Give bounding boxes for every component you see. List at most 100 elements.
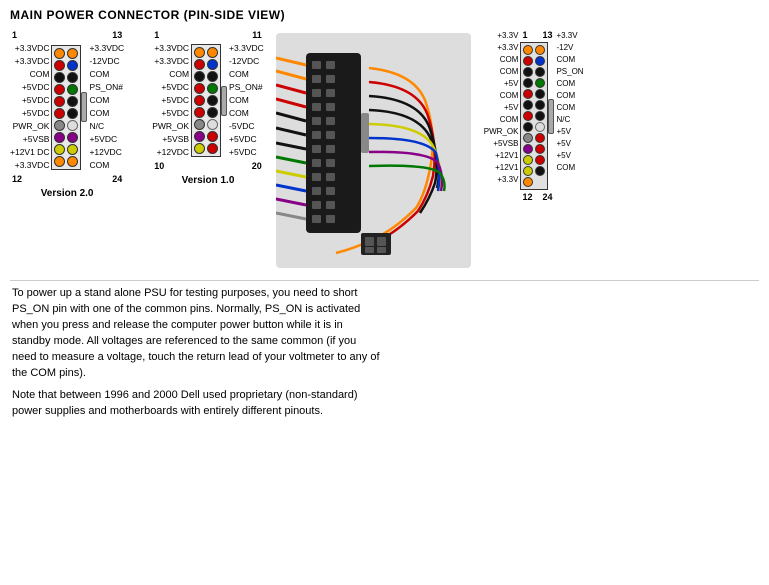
pin-circle <box>207 59 218 70</box>
pin-circle <box>67 96 78 107</box>
right-pin-label-right: -12V <box>556 42 573 54</box>
right-pin-label-left: +12V1 <box>495 162 518 174</box>
right-pin-label-right: COM <box>556 78 575 90</box>
right-pin <box>523 177 533 187</box>
v10-num-10: 10 <box>154 161 164 171</box>
right-pin <box>523 45 533 55</box>
version10-block: 1 11 +3.3VDC+3.3VDCCOM+5VDC+5VDC+5VDCPWR… <box>152 30 264 186</box>
pin-circle <box>67 84 78 95</box>
right-pin <box>535 155 545 165</box>
right-pin-label-right: N/C <box>556 114 570 126</box>
pin-circle <box>194 143 205 154</box>
v20-latch <box>81 92 87 122</box>
pin-label-left: PWR_OK <box>13 120 50 133</box>
right-pin <box>535 144 545 154</box>
pin-label-left: +5VDC <box>22 81 50 94</box>
pin-circle <box>207 131 218 142</box>
v10-label: Version 1.0 <box>182 175 235 186</box>
v10-bottom-nums: 10 20 <box>152 161 264 171</box>
page-container: MAIN POWER CONNECTOR (PIN-SIDE VIEW) 1 1… <box>0 0 769 585</box>
v20-left-labels: +3.3VDC+3.3VDCCOM+5VDC+5VDC+5VDCPWR_OK+5… <box>10 42 49 172</box>
right-pin-label-right: COM <box>556 90 575 102</box>
right-pin <box>523 133 533 143</box>
right-diagram: +3.3V+3.3VCOMCOM+5VCOM+5VCOMPWR_OK+5VSB+… <box>484 30 584 202</box>
v20-label: Version 2.0 <box>41 188 94 199</box>
right-pin-label-right: +5V <box>556 150 570 162</box>
pin-circle <box>54 72 65 83</box>
pin-label-right: N/C <box>89 120 104 133</box>
right-right-labels: +3.3V-12VCOMPS_ONCOMCOMCOMN/C+5V+5V+5VCO… <box>556 30 583 174</box>
right-pin <box>523 166 533 176</box>
right-pin-label-right: +5V <box>556 126 570 138</box>
right-pin <box>535 122 545 132</box>
pin-circle <box>194 71 205 82</box>
right-inner: +3.3V+3.3VCOMCOM+5VCOM+5VCOMPWR_OK+5VSB+… <box>484 30 584 202</box>
right-pin-label-left: COM <box>500 66 519 78</box>
pin-label-right: COM <box>89 68 109 81</box>
right-pin <box>523 78 533 88</box>
right-col2 <box>535 45 545 187</box>
pin-label-left: +12V1 DC <box>10 146 49 159</box>
pin-circle <box>207 107 218 118</box>
v20-num-24: 24 <box>112 174 122 184</box>
right-pin <box>523 144 533 154</box>
pin-label-left: COM <box>169 68 189 81</box>
pin-circle <box>67 72 78 83</box>
right-pin <box>523 122 533 132</box>
description-area: To power up a stand alone PSU for testin… <box>10 280 759 431</box>
v20-body <box>51 45 81 170</box>
pin-label-right: COM <box>229 94 249 107</box>
pin-label-left: PWR_OK <box>152 120 189 133</box>
pin-label-right: -12VDC <box>89 55 119 68</box>
pin-label-right: +3.3VDC <box>89 42 124 55</box>
pin-circle <box>54 84 65 95</box>
pin-circle <box>207 83 218 94</box>
pin-label-left: +3.3VDC <box>15 42 50 55</box>
pin-circle <box>67 108 78 119</box>
right-pin-label-left: COM <box>500 114 519 126</box>
right-pin-label-left: +3.3V <box>497 174 518 186</box>
right-pin-label-right: +3.3V <box>556 30 577 42</box>
v20-num-12: 12 <box>12 174 22 184</box>
pin-label-right: +12VDC <box>89 146 121 159</box>
pin-label-left: +5VDC <box>22 107 50 120</box>
right-pin <box>535 56 545 66</box>
right-pin <box>523 89 533 99</box>
v20-bottom-nums: 12 24 <box>10 174 124 184</box>
right-pin <box>535 111 545 121</box>
pin-label-left: COM <box>30 68 50 81</box>
version20-block: 1 13 +3.3VDC+3.3VDCCOM+5VDC+5VDC+5VDCPWR… <box>10 30 124 199</box>
diagrams-row: 1 13 +3.3VDC+3.3VDCCOM+5VDC+5VDC+5VDCPWR… <box>10 30 759 270</box>
right-body-wrap <box>520 42 554 190</box>
v10-num-20: 20 <box>252 161 262 171</box>
right-pin-label-left: +3.3V <box>497 30 518 42</box>
right-pin-label-left: +5V <box>504 102 518 114</box>
pin-label-right: -12VDC <box>229 55 259 68</box>
pin-circle <box>207 95 218 106</box>
pin-circle <box>54 108 65 119</box>
description-text: To power up a stand alone PSU for testin… <box>12 286 382 420</box>
right-pin <box>523 56 533 66</box>
pin-label-left: +5VDC <box>161 107 189 120</box>
pin-label-left: +3.3VDC <box>15 55 50 68</box>
pin-label-right: +5VDC <box>229 133 257 146</box>
right-bottom-nums: 1224 <box>520 192 554 202</box>
atx-photo-svg <box>276 33 471 268</box>
pin-label-right: -5VDC <box>229 120 255 133</box>
right-pin <box>523 67 533 77</box>
pin-circle <box>207 71 218 82</box>
right-body <box>520 42 548 190</box>
v20-right-labels: +3.3VDC-12VDCCOMPS_ON#COMCOMN/C+5VDC+12V… <box>89 42 124 172</box>
right-pin <box>535 67 545 77</box>
pin-circle <box>194 131 205 142</box>
v10-num-11: 11 <box>252 30 262 40</box>
pin-circle <box>67 144 78 155</box>
page-title: MAIN POWER CONNECTOR (PIN-SIDE VIEW) <box>10 8 759 22</box>
pin-circle <box>67 60 78 71</box>
v10-col1 <box>194 47 205 154</box>
desc-para2: Note that between 1996 and 2000 Dell use… <box>12 388 382 420</box>
pin-label-right: +5VDC <box>89 133 117 146</box>
v10-connector-wrap: 1 11 +3.3VDC+3.3VDCCOM+5VDC+5VDC+5VDCPWR… <box>152 30 264 171</box>
right-pin <box>535 78 545 88</box>
v20-top-nums: 1 13 <box>10 30 124 40</box>
